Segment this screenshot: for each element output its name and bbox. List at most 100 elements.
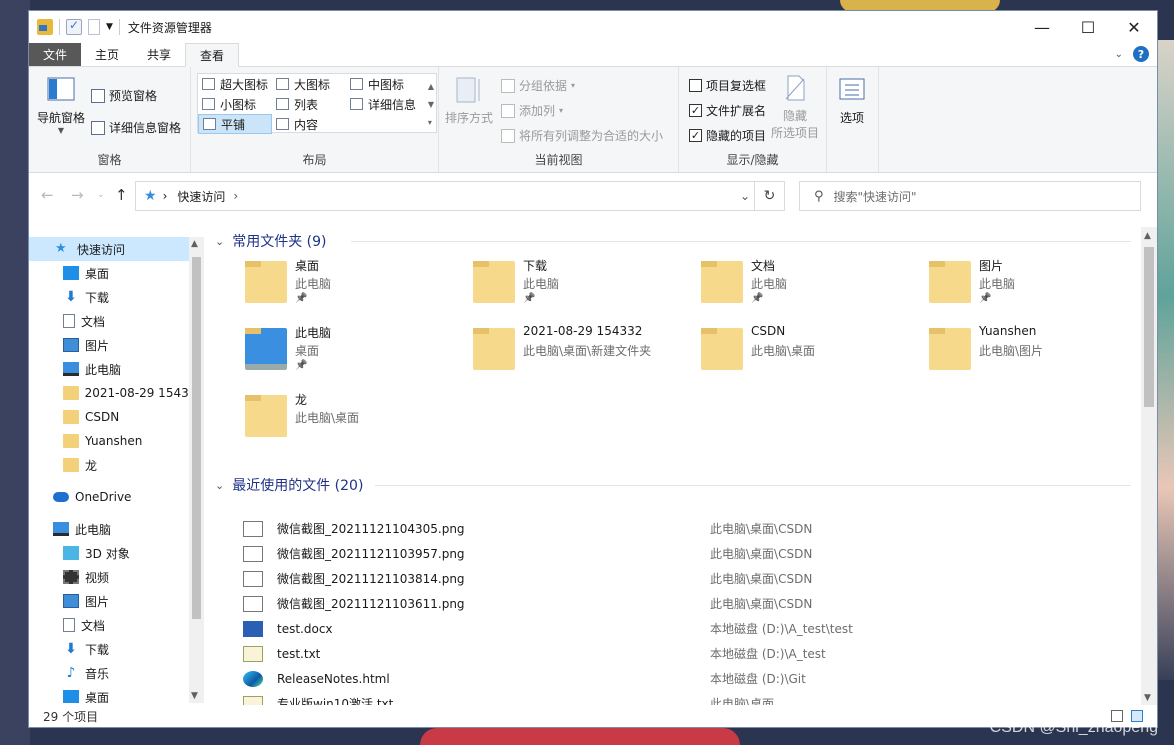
scroll-up-icon[interactable]: ▲ xyxy=(1144,231,1151,241)
item-checkboxes-toggle[interactable]: 项目复选框 xyxy=(689,77,766,94)
folder-tile[interactable]: 图片 此电脑 📌 xyxy=(921,257,1139,317)
details-pane-button[interactable]: 详细信息窗格 xyxy=(91,119,181,136)
list-item[interactable]: 微信截图_20211121103611.png 此电脑\桌面\CSDN xyxy=(243,591,1103,616)
recent-locations-icon[interactable]: ⌄ xyxy=(97,190,105,200)
list-item[interactable]: 微信截图_20211121104305.png 此电脑\桌面\CSDN xyxy=(243,516,1103,541)
fit-columns-button[interactable]: 将所有列调整为合适的大小 xyxy=(501,127,663,144)
list-item[interactable]: 专业版win10激活.txt 此电脑\桌面 xyxy=(243,691,1103,705)
scroll-down-icon[interactable]: ▼ xyxy=(1144,693,1151,703)
folder-tile[interactable]: 桌面 此电脑 📌 xyxy=(237,257,457,317)
sidebar-item[interactable]: 图片📌 xyxy=(29,333,204,357)
chevron-down-icon[interactable]: ⌄ xyxy=(215,235,224,248)
back-arrow-icon[interactable]: ← xyxy=(41,186,54,204)
breadcrumb-quick-access[interactable]: 快速访问 xyxy=(177,188,225,205)
nav-pane-button[interactable]: 导航窗格 ▼ xyxy=(37,75,85,135)
sidebar-item[interactable]: 龙 xyxy=(29,453,204,477)
minimize-button[interactable]: — xyxy=(1019,11,1065,43)
layout-small-icons[interactable]: 小图标 xyxy=(198,94,272,114)
checkbox-unchecked[interactable] xyxy=(689,79,702,92)
list-item[interactable]: 微信截图_20211121103814.png 此电脑\桌面\CSDN xyxy=(243,566,1103,591)
scroll-up-icon[interactable]: ▲ xyxy=(191,239,198,249)
sidebar-item[interactable]: CSDN xyxy=(29,405,204,429)
scrollbar-thumb[interactable] xyxy=(1144,247,1154,407)
sidebar-item[interactable]: 文档 xyxy=(29,613,204,637)
sidebar-item[interactable]: 此电脑📌 xyxy=(29,357,204,381)
tab-home[interactable]: 主页 xyxy=(81,43,133,66)
layout-content[interactable]: 内容 xyxy=(272,114,346,134)
folder-tile[interactable]: 文档 此电脑 📌 xyxy=(693,257,913,317)
tile-name: 2021-08-29 154332 xyxy=(523,324,643,338)
checkbox-checked[interactable]: ✓ xyxy=(689,104,702,117)
sidebar-item-label: 音乐 xyxy=(85,666,110,681)
sidebar-item-this-pc[interactable]: 此电脑 xyxy=(29,517,204,541)
layout-details[interactable]: 详细信息 xyxy=(346,94,426,114)
folder-tile[interactable]: Yuanshen 此电脑\图片 xyxy=(921,324,1139,384)
list-item[interactable]: test.docx 本地磁盘 (D:)\A_test\test xyxy=(243,616,1103,641)
forward-arrow-icon[interactable]: → xyxy=(71,186,84,204)
folder-tile[interactable]: CSDN 此电脑\桌面 xyxy=(693,324,913,384)
collapse-ribbon-icon[interactable]: ⌄ xyxy=(1115,49,1123,60)
sidebar-item[interactable]: 3D 对象 xyxy=(29,541,204,565)
frequent-folders-header[interactable]: ⌄ 常用文件夹 (9) xyxy=(215,231,327,251)
sidebar-item[interactable]: 桌面📌 xyxy=(29,261,204,285)
sort-by-button[interactable]: 排序方式 xyxy=(445,75,493,126)
layout-extra-large-icons[interactable]: 超大图标 xyxy=(198,74,272,94)
scrollbar-thumb[interactable] xyxy=(192,257,201,619)
tab-view[interactable]: 查看 xyxy=(185,43,240,67)
layout-large-icons[interactable]: 大图标 xyxy=(272,74,346,94)
sidebar-item[interactable]: ⬇下载📌 xyxy=(29,285,204,309)
sidebar-item[interactable]: 桌面 xyxy=(29,685,204,703)
layout-tiles[interactable]: 平铺 xyxy=(198,114,272,134)
group-by-button[interactable]: 分组依据 ▾ xyxy=(501,77,575,94)
help-icon[interactable]: ? xyxy=(1133,46,1149,62)
options-button[interactable]: 选项 xyxy=(837,75,867,126)
list-item[interactable]: ReleaseNotes.html 本地磁盘 (D:)\Git xyxy=(243,666,1103,691)
new-folder-icon[interactable] xyxy=(88,19,100,35)
up-arrow-icon[interactable]: ↑ xyxy=(115,186,128,204)
gallery-scroll-icon[interactable]: ▲ ▼ ▾ xyxy=(428,78,434,132)
chevron-right-icon[interactable]: › xyxy=(163,189,168,203)
maximize-button[interactable]: ☐ xyxy=(1065,11,1111,43)
add-columns-button[interactable]: 添加列 ▾ xyxy=(501,102,563,119)
sort-icon xyxy=(456,77,480,103)
sidebar-item[interactable]: Yuanshen xyxy=(29,429,204,453)
list-item[interactable]: test.txt 本地磁盘 (D:)\A_test xyxy=(243,641,1103,666)
sidebar-item-label: 桌面 xyxy=(85,690,110,704)
sidebar-item[interactable]: ⬇ 下载 xyxy=(29,637,204,661)
chevron-down-icon[interactable]: ⌄ xyxy=(215,479,224,492)
file-extensions-toggle[interactable]: ✓ 文件扩展名 xyxy=(689,102,766,119)
hidden-items-toggle[interactable]: ✓ 隐藏的项目 xyxy=(689,127,766,144)
checkbox-checked[interactable]: ✓ xyxy=(689,129,702,142)
sidebar-item[interactable]: 视频 xyxy=(29,565,204,589)
hide-selected-button[interactable]: 隐藏 所选项目 xyxy=(771,73,819,141)
folder-icon xyxy=(929,261,971,303)
content-scrollbar[interactable]: ▲ ▼ xyxy=(1141,227,1157,705)
layout-list[interactable]: 列表 xyxy=(272,94,346,114)
chevron-right-icon[interactable]: › xyxy=(233,189,238,203)
layout-medium-icons[interactable]: 中图标 xyxy=(346,74,420,94)
sidebar-item[interactable]: 2021-08-29 154332 xyxy=(29,381,204,405)
close-button[interactable]: ✕ xyxy=(1111,11,1157,43)
sidebar-item-quick-access[interactable]: ★ 快速访问 xyxy=(29,237,204,261)
tab-share[interactable]: 共享 xyxy=(133,43,185,66)
address-dropdown-icon[interactable]: ⌄ xyxy=(740,189,750,203)
sidebar-item[interactable]: 文档📌 xyxy=(29,309,204,333)
scroll-down-icon[interactable]: ▼ xyxy=(191,691,198,701)
folder-tile[interactable]: 2021-08-29 154332 此电脑\桌面\新建文件夹 xyxy=(465,324,685,384)
sidebar-item-onedrive[interactable]: OneDrive xyxy=(29,485,204,509)
properties-icon[interactable] xyxy=(66,18,82,35)
folder-tile[interactable]: 下载 此电脑 📌 xyxy=(465,257,685,317)
recent-files-header[interactable]: ⌄ 最近使用的文件 (20) xyxy=(215,475,363,495)
sidebar-item[interactable]: 图片 xyxy=(29,589,204,613)
address-bar[interactable]: ★ › 快速访问 › ⌄ ↻ xyxy=(135,181,785,211)
preview-pane-button[interactable]: 预览窗格 xyxy=(91,87,157,104)
sidebar-item[interactable]: ♪ 音乐 xyxy=(29,661,204,685)
tab-file[interactable]: 文件 xyxy=(29,43,82,66)
search-input[interactable]: ⚲ 搜索"快速访问" xyxy=(799,181,1141,211)
list-item[interactable]: 微信截图_20211121103957.png 此电脑\桌面\CSDN xyxy=(243,541,1103,566)
refresh-button[interactable]: ↻ xyxy=(754,182,784,210)
nav-scrollbar[interactable]: ▲ ▼ xyxy=(189,237,204,703)
folder-tile[interactable]: 此电脑 桌面 📌 xyxy=(237,324,457,384)
customize-toolbar-icon[interactable]: ▼ xyxy=(106,22,113,32)
folder-tile[interactable]: 龙此电脑\桌面 xyxy=(237,391,457,451)
